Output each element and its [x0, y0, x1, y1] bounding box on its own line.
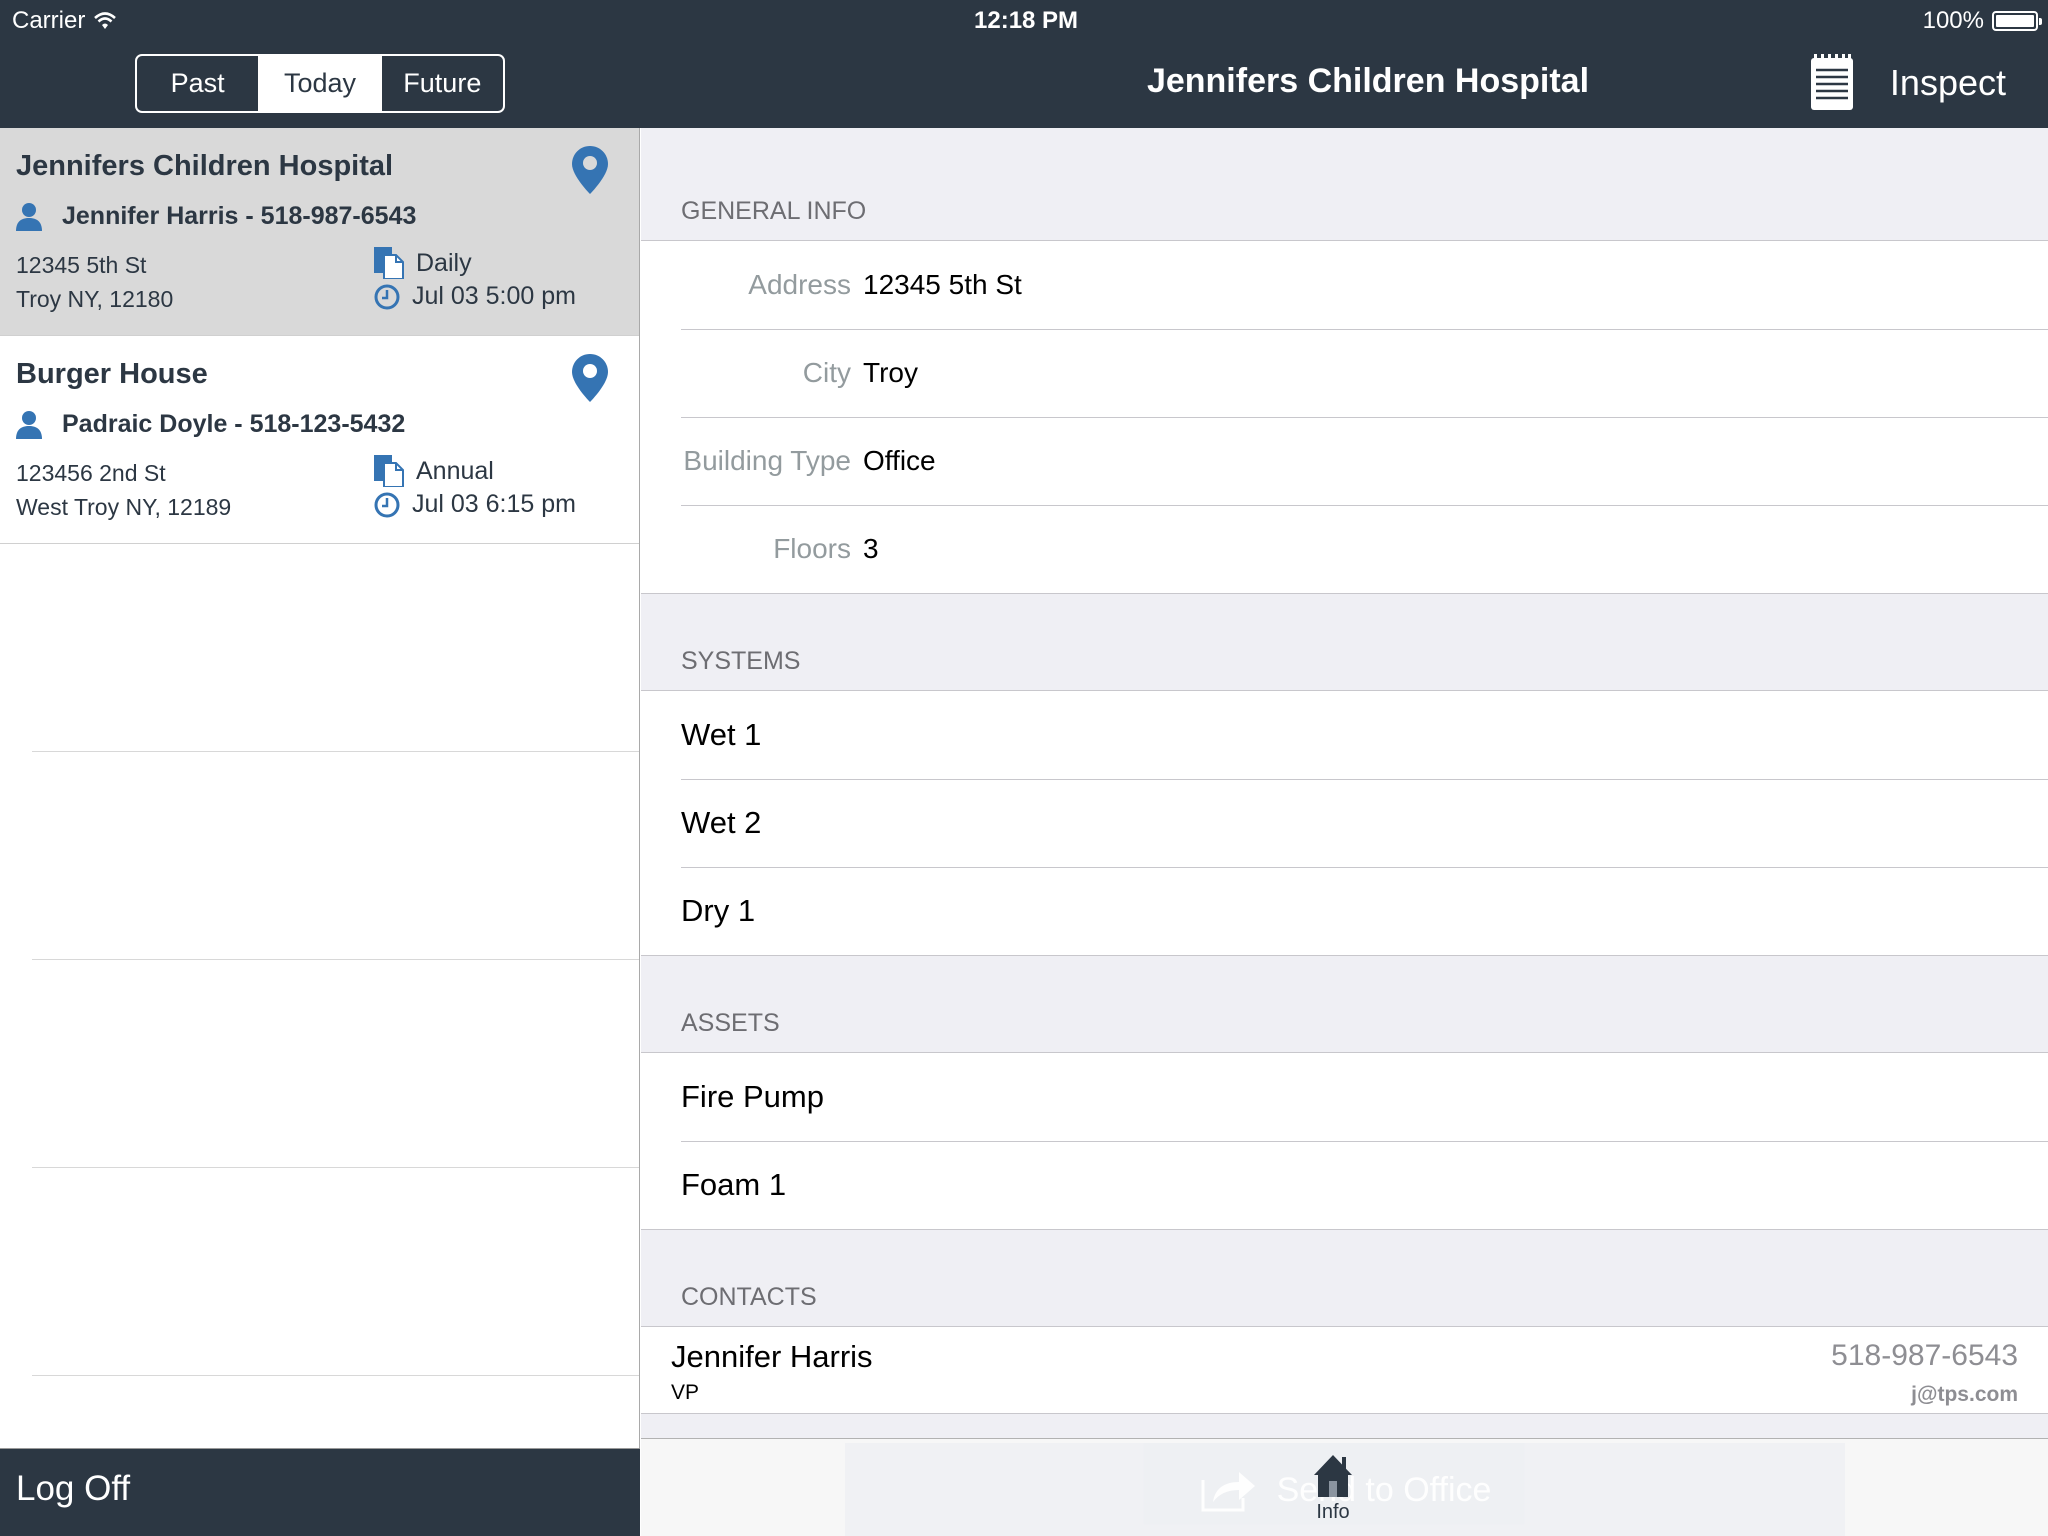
info-row-building-type: Building Type Office	[641, 417, 2048, 505]
status-battery: 100%	[1922, 7, 2042, 35]
contact-email[interactable]: j@tps.com	[1911, 1383, 2018, 1407]
contact-text: Jennifer Harris - 518-987-6543	[62, 202, 417, 230]
asset-item[interactable]: Fire Pump	[641, 1053, 2048, 1141]
home-icon	[1314, 1455, 1352, 1497]
contact-name: Jennifer Harris	[671, 1339, 873, 1374]
field-label: Floors	[773, 533, 851, 564]
empty-list-rows	[0, 544, 639, 1376]
empty-row	[32, 1168, 639, 1376]
empty-row	[32, 752, 639, 960]
info-row-city: City Troy	[641, 329, 2048, 417]
systems-header: SYSTEMS	[681, 647, 801, 675]
map-pin-icon[interactable]	[572, 354, 608, 402]
notepad-icon[interactable]	[1811, 54, 1853, 110]
address-line-1: 123456 2nd St	[16, 460, 166, 486]
system-item[interactable]: Wet 1	[641, 691, 2048, 779]
site-name: Jennifers Children Hospital	[16, 150, 394, 182]
top-navigation-bar: Carrier 12:18 PM 100% Past Today Future …	[0, 0, 2048, 128]
info-row-floors: Floors 3	[641, 505, 2048, 593]
site-name: Burger House	[16, 358, 208, 390]
systems-group: Wet 1 Wet 2 Dry 1	[641, 690, 2048, 956]
share-icon	[1201, 1472, 1255, 1512]
person-icon	[16, 202, 42, 231]
inspection-list-item[interactable]: Jennifers Children Hospital Jennifer Har…	[0, 128, 639, 336]
clock-icon	[374, 492, 400, 517]
tab-info[interactable]: Info	[1300, 1453, 1366, 1524]
asset-item[interactable]: Foam 1	[641, 1141, 2048, 1229]
person-icon	[16, 410, 42, 439]
inspection-list-sidebar: Jennifers Children Hospital Jennifer Har…	[0, 128, 640, 1536]
map-pin-icon[interactable]	[572, 146, 608, 194]
general-info-header: GENERAL INFO	[681, 197, 867, 225]
segment-past[interactable]: Past	[137, 56, 258, 111]
contact-role: VP	[671, 1381, 700, 1404]
date-filter-segmented-control[interactable]: Past Today Future	[135, 54, 505, 113]
segment-future[interactable]: Future	[380, 56, 503, 111]
contacts-group: Jennifer Harris VP 518-987-6543 j@tps.co…	[641, 1326, 2048, 1414]
due-text: Jul 03 6:15 pm	[412, 490, 576, 518]
status-time: 12:18 PM	[974, 7, 1079, 34]
field-label: City	[802, 357, 851, 388]
frequency-text: Annual	[416, 456, 494, 485]
field-value: 3	[863, 533, 879, 564]
inspection-frequency: Annual	[374, 455, 494, 487]
due-text: Jul 03 5:00 pm	[412, 282, 576, 310]
empty-row	[32, 960, 639, 1168]
info-row-address: Address 12345 5th St	[641, 241, 2048, 329]
segment-today[interactable]: Today	[258, 56, 381, 111]
contacts-header: CONTACTS	[681, 1283, 817, 1311]
site-contact: Jennifer Harris - 518-987-6543	[16, 202, 416, 231]
site-contact: Padraic Doyle - 518-123-5432	[16, 410, 405, 439]
tab-info-label: Info	[1316, 1501, 1350, 1523]
assets-group: Fire Pump Foam 1	[641, 1052, 2048, 1230]
document-icon	[374, 247, 404, 279]
carrier-label: Carrier	[12, 7, 86, 34]
contact-item[interactable]: Jennifer Harris VP 518-987-6543 j@tps.co…	[641, 1327, 2048, 1413]
frequency-text: Daily	[416, 248, 472, 277]
inspect-button[interactable]: Inspect	[1890, 62, 2006, 104]
system-item[interactable]: Wet 2	[641, 779, 2048, 867]
address-line-2: Troy NY, 12180	[16, 286, 174, 312]
status-carrier: Carrier	[12, 7, 117, 35]
field-value: Office	[863, 445, 936, 476]
contact-phone[interactable]: 518-987-6543	[1831, 1339, 2018, 1373]
contact-text: Padraic Doyle - 518-123-5432	[62, 410, 406, 438]
inspection-list-item[interactable]: Burger House Padraic Doyle - 518-123-543…	[0, 336, 639, 544]
field-value: Troy	[863, 357, 918, 388]
battery-percent: 100%	[1922, 7, 1984, 34]
site-detail-panel: GENERAL INFO Address 12345 5th St City T…	[641, 128, 2048, 1438]
field-label: Building Type	[683, 445, 851, 476]
address-line-2: West Troy NY, 12189	[16, 494, 232, 520]
general-info-group: Address 12345 5th St City Troy Building …	[641, 240, 2048, 594]
empty-row	[32, 544, 639, 752]
inspection-frequency: Daily	[374, 247, 472, 279]
log-off-button[interactable]: Log Off	[0, 1448, 640, 1536]
assets-header: ASSETS	[681, 1009, 780, 1037]
battery-icon	[1992, 11, 2042, 31]
bottom-tab-bar: Send to Office Info	[641, 1438, 2048, 1536]
inspection-due: Jul 03 6:15 pm	[374, 490, 576, 519]
clock-icon	[374, 284, 400, 309]
wifi-icon	[94, 12, 117, 29]
field-label: Address	[748, 269, 851, 300]
inspection-due: Jul 03 5:00 pm	[374, 282, 576, 311]
system-item[interactable]: Dry 1	[641, 867, 2048, 955]
document-icon	[374, 455, 404, 487]
field-value: 12345 5th St	[863, 269, 1022, 300]
address-line-1: 12345 5th St	[16, 252, 147, 278]
